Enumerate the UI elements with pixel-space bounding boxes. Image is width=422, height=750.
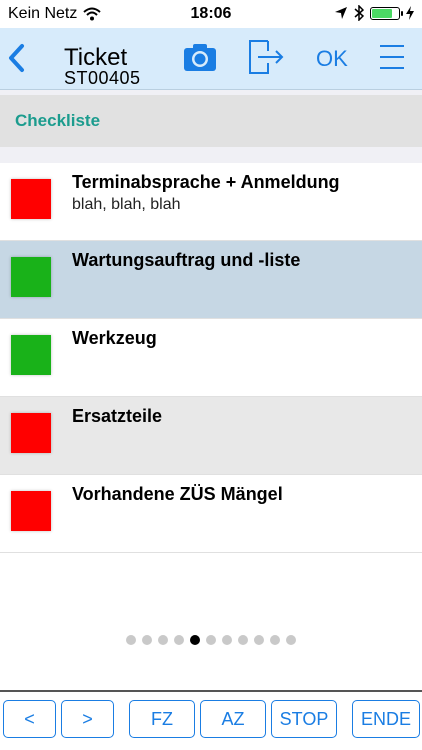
ticket-number: ST00405 (64, 68, 141, 88)
az-button[interactable]: AZ (200, 700, 266, 738)
page-dot (206, 635, 216, 645)
status-indicator-red (11, 491, 51, 531)
previous-button[interactable]: < (3, 700, 56, 738)
status-bar-right (334, 5, 414, 21)
checklist-item[interactable]: Terminabsprache + Anmeldung blah, blah, … (0, 163, 422, 241)
page-dot (286, 635, 296, 645)
section-spacer (0, 147, 422, 163)
checklist: Terminabsprache + Anmeldung blah, blah, … (0, 163, 422, 553)
page-dot (126, 635, 136, 645)
charging-bolt-icon (406, 6, 414, 20)
camera-icon[interactable] (183, 42, 217, 72)
exit-icon[interactable] (248, 39, 284, 75)
back-chevron-icon[interactable] (4, 40, 30, 76)
stop-button[interactable]: STOP (271, 700, 337, 738)
status-indicator-green (11, 257, 51, 297)
status-indicator-red (11, 413, 51, 453)
bottom-toolbar: < > FZ AZ STOP ENDE (0, 692, 422, 750)
checklist-item[interactable]: Werkzeug (0, 319, 422, 397)
page-dot (142, 635, 152, 645)
hamburger-menu-icon[interactable] (378, 43, 406, 71)
section-title: Checkliste (15, 111, 101, 130)
page-dot (222, 635, 232, 645)
item-title: Terminabsprache + Anmeldung (72, 172, 340, 192)
status-indicator-green (11, 335, 51, 375)
next-button[interactable]: > (61, 700, 114, 738)
checklist-item[interactable]: Vorhandene ZÜS Mängel (0, 475, 422, 553)
item-subtitle: blah, blah, blah (72, 196, 181, 213)
page-title: Ticket (64, 44, 128, 71)
section-header: Checkliste (0, 95, 422, 147)
navigation-bar: Ticket ST00405 OK (0, 28, 422, 90)
page-dot (158, 635, 168, 645)
page-dot (174, 635, 184, 645)
page-dot (238, 635, 248, 645)
item-title: Wartungsauftrag und -liste (72, 250, 301, 270)
battery-icon (370, 6, 403, 20)
page-dot (254, 635, 264, 645)
ende-button[interactable]: ENDE (352, 700, 420, 738)
checklist-item[interactable]: Ersatzteile (0, 397, 422, 475)
status-indicator-red (11, 179, 51, 219)
ok-button[interactable]: OK (316, 46, 348, 72)
item-title: Ersatzteile (72, 406, 163, 426)
page-dot (270, 635, 280, 645)
location-arrow-icon (335, 7, 347, 19)
item-title: Werkzeug (72, 328, 157, 348)
bluetooth-icon (354, 5, 364, 21)
page-indicator[interactable] (0, 635, 422, 647)
fz-button[interactable]: FZ (129, 700, 195, 738)
status-bar: Kein Netz 18:06 (0, 0, 422, 28)
item-title: Vorhandene ZÜS Mängel (72, 484, 283, 504)
page-dot-active (190, 635, 200, 645)
checklist-item-selected[interactable]: Wartungsauftrag und -liste (0, 241, 422, 319)
